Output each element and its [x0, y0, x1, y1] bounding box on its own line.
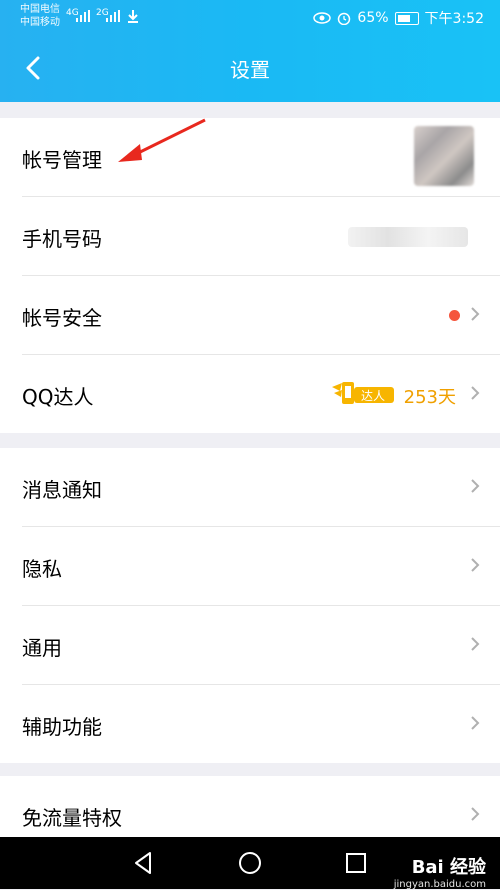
row-label: 帐号管理 — [22, 148, 102, 172]
alarm-icon — [338, 12, 351, 25]
settings-row-free-data[interactable]: 免流量特权 — [22, 776, 500, 837]
settings-group-privilege: 免流量特权 — [0, 776, 500, 837]
battery-percent: 65% — [357, 10, 389, 26]
watermark-brand: Bai 经验 — [411, 857, 486, 878]
row-label: 辅助功能 — [22, 715, 102, 739]
page-title: 设置 — [230, 58, 270, 82]
expert-days: 253天 — [403, 387, 456, 408]
row-label: 通用 — [22, 636, 62, 660]
chevron-right-icon — [471, 558, 480, 572]
carrier-2: 中国移动 — [20, 17, 60, 28]
nav-home-icon[interactable] — [238, 851, 262, 875]
settings-row-account-management[interactable]: 帐号管理 — [22, 118, 500, 197]
nav-back-icon[interactable] — [132, 851, 154, 875]
chevron-right-icon — [471, 807, 480, 821]
header-bar: 中国电信 中国移动 4G 2G 65% 下午3:52 设置 — [0, 0, 500, 102]
chevron-right-icon — [471, 716, 480, 730]
system-nav-bar: Bai 经验 jingyan.baidu.com — [0, 837, 500, 890]
status-bar: 中国电信 中国移动 4G 2G 65% 下午3:52 — [0, 0, 500, 34]
status-right: 65% 下午3:52 — [313, 8, 484, 28]
chevron-right-icon — [471, 386, 480, 400]
signal-icon — [76, 10, 90, 22]
settings-row-accessibility[interactable]: 辅助功能 — [22, 685, 500, 763]
avatar — [414, 126, 474, 186]
download-icon — [128, 10, 138, 23]
nav-recents-icon[interactable] — [345, 852, 367, 874]
settings-row-notifications[interactable]: 消息通知 — [22, 448, 500, 527]
phone-number-blurred — [348, 227, 468, 247]
row-label: 帐号安全 — [22, 306, 102, 330]
carrier-1: 中国电信 — [20, 4, 60, 15]
settings-group-general: 消息通知 隐私 通用 辅助功能 — [0, 448, 500, 763]
expert-badge-icon: 达人 — [332, 382, 394, 404]
badge-text: 达人 — [361, 389, 385, 403]
eye-icon — [313, 12, 332, 24]
settings-row-account-security[interactable]: 帐号安全 — [22, 276, 500, 355]
clock: 下午3:52 — [424, 11, 484, 27]
row-label: 免流量特权 — [22, 806, 122, 830]
nav-bar: 设置 — [0, 34, 500, 102]
watermark-url: jingyan.baidu.com — [393, 879, 486, 890]
battery-icon — [394, 11, 419, 25]
row-label: 消息通知 — [22, 478, 102, 502]
settings-row-general[interactable]: 通用 — [22, 606, 500, 685]
notification-dot — [449, 310, 460, 321]
row-label: QQ达人 — [22, 385, 94, 409]
watermark: Bai 经验 jingyan.baidu.com — [394, 853, 486, 890]
chevron-right-icon — [471, 307, 480, 321]
carrier-info: 中国电信 中国移动 — [20, 3, 60, 29]
settings-row-phone-number[interactable]: 手机号码 — [22, 197, 500, 276]
settings-group-account: 帐号管理 手机号码 帐号安全 QQ达人 达人 253天 — [0, 118, 500, 433]
settings-row-privacy[interactable]: 隐私 — [22, 527, 500, 606]
row-label: 隐私 — [22, 557, 62, 581]
signal-icon — [106, 10, 120, 22]
row-label: 手机号码 — [22, 227, 102, 251]
settings-row-qq-expert[interactable]: QQ达人 达人 253天 — [22, 355, 500, 433]
chevron-right-icon — [471, 479, 480, 493]
chevron-right-icon — [471, 637, 480, 651]
